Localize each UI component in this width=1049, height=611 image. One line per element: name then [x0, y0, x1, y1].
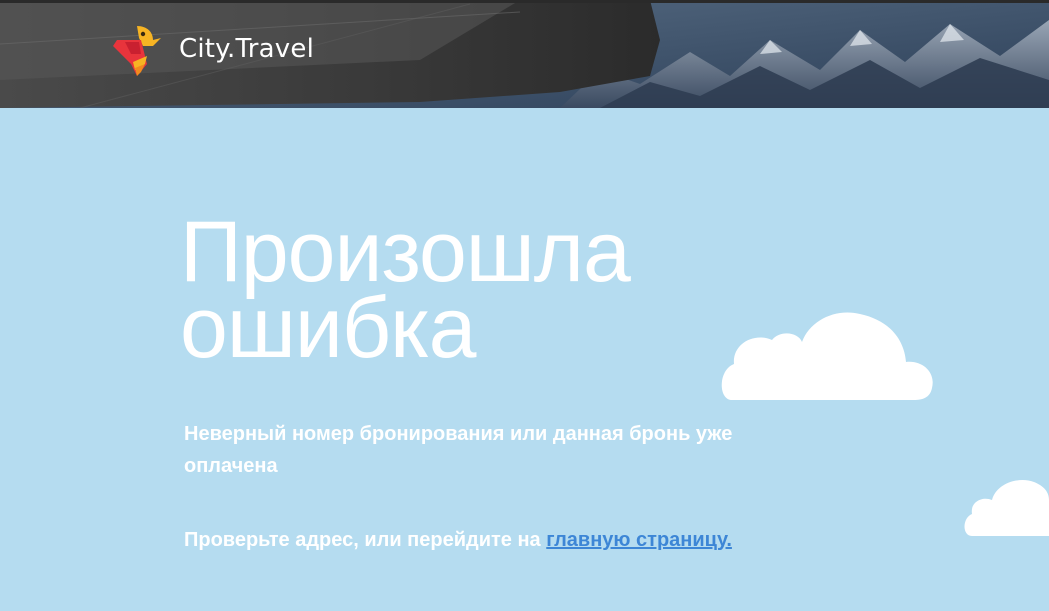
- error-message: Неверный номер бронирования или данная б…: [184, 423, 733, 477]
- main-content: Произошла ошибка Неверный номер брониров…: [0, 108, 1049, 611]
- hint-text: Проверьте адрес, или перейдите на: [184, 529, 547, 551]
- header-banner: City.Travel: [0, 0, 1049, 108]
- brand-name: City.Travel: [179, 34, 315, 64]
- site-logo[interactable]: City.Travel: [113, 24, 314, 78]
- error-page: City.Travel Произошла ошибка Неверный но…: [0, 0, 1049, 611]
- cloud-icon: [964, 480, 1049, 536]
- parrot-logo-icon: [113, 26, 161, 76]
- error-hint: Проверьте адрес, или перейдите на главну…: [184, 524, 732, 556]
- error-title: Произошла ошибка: [180, 204, 631, 376]
- cloud-icon: [721, 312, 933, 400]
- home-page-link[interactable]: главную страницу.: [546, 529, 732, 551]
